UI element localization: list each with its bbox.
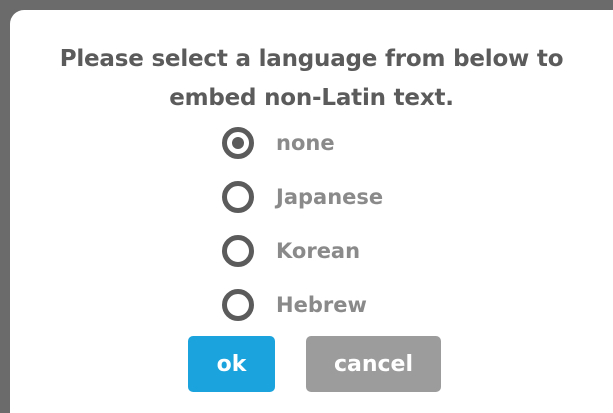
- ok-button[interactable]: ok: [188, 336, 275, 392]
- option-label-korean: Korean: [276, 239, 361, 263]
- language-radio-group: none Japanese Korean Hebrew: [222, 116, 522, 332]
- option-japanese[interactable]: Japanese: [222, 170, 522, 224]
- cancel-button[interactable]: cancel: [306, 336, 441, 392]
- option-none[interactable]: none: [222, 116, 522, 170]
- language-dialog: Please select a language from below to e…: [10, 10, 613, 413]
- radio-unchecked-icon[interactable]: [222, 235, 254, 267]
- radio-unchecked-icon[interactable]: [222, 181, 254, 213]
- radio-dot: [232, 137, 244, 149]
- prompt-text: Please select a language from below to e…: [10, 40, 613, 118]
- option-label-japanese: Japanese: [276, 185, 384, 209]
- option-korean[interactable]: Korean: [222, 224, 522, 278]
- radio-unchecked-icon[interactable]: [222, 289, 254, 321]
- prompt-line-2: embed non-Latin text.: [169, 85, 454, 111]
- prompt-line-1: Please select a language from below to: [59, 46, 564, 72]
- option-label-none: none: [276, 131, 335, 155]
- option-label-hebrew: Hebrew: [276, 293, 367, 317]
- radio-checked-icon[interactable]: [222, 127, 254, 159]
- option-hebrew[interactable]: Hebrew: [222, 278, 522, 332]
